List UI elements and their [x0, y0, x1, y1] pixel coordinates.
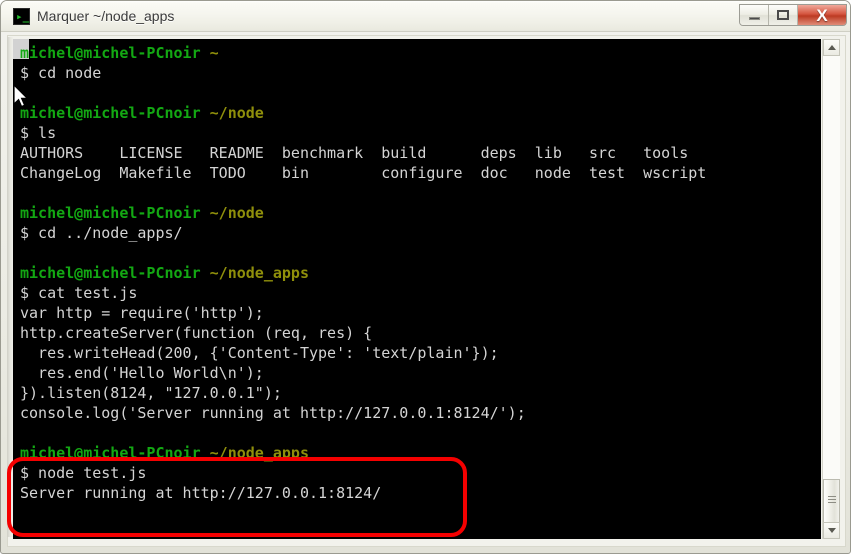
- terminal-command-line: $ ls: [20, 123, 820, 143]
- terminal-line-text: http.createServer(function (req, res) {: [20, 324, 373, 342]
- chevron-up-icon: [827, 45, 836, 50]
- terminal-icon-glyph: ▸_: [16, 10, 30, 23]
- prompt-path: ~/node: [209, 104, 264, 122]
- terminal-line-text: res.end('Hello World\n');: [20, 364, 264, 382]
- prompt-user-host: michel@michel-PCnoir: [20, 44, 201, 62]
- terminal-prompt-line: michel@michel-PCnoir ~/node: [20, 103, 820, 123]
- terminal-scrollbar[interactable]: [822, 39, 840, 539]
- terminal-prompt-line: michel@michel-PCnoir ~: [20, 43, 820, 63]
- chevron-down-icon: [827, 528, 836, 533]
- terminal-output-line: http.createServer(function (req, res) {: [20, 323, 820, 343]
- title-bar[interactable]: ▸_ Marquer ~/node_apps X: [1, 1, 850, 32]
- terminal-prompt-line: michel@michel-PCnoir ~/node: [20, 203, 820, 223]
- maximize-button[interactable]: [769, 5, 798, 25]
- terminal-output-line: var http = require('http');: [20, 303, 820, 323]
- scroll-up-button[interactable]: [823, 39, 840, 56]
- terminal-icon: ▸_: [13, 8, 30, 25]
- terminal-output-line: res.end('Hello World\n');: [20, 363, 820, 383]
- window-title: Marquer ~/node_apps: [37, 8, 175, 24]
- terminal-output-line: Server running at http://127.0.0.1:8124/: [20, 483, 820, 503]
- terminal-command-line: $ cd node: [20, 63, 820, 83]
- scrollbar-track[interactable]: [823, 56, 840, 522]
- prompt-path: ~/node_apps: [209, 264, 309, 282]
- terminal-line-text: Server running at http://127.0.0.1:8124/: [20, 484, 382, 502]
- terminal-command-line: $ cd ../node_apps/: [20, 223, 820, 243]
- terminal-line-text: ChangeLog Makefile TODO bin configure do…: [20, 164, 707, 182]
- mouse-cursor-icon: [14, 85, 29, 108]
- close-icon-glyph: X: [816, 5, 828, 25]
- terminal-output: michel@michel-PCnoir ~ $ cd node michel@m…: [20, 43, 820, 503]
- terminal-command-line: $ cat test.js: [20, 283, 820, 303]
- terminal-line-text: $ cat test.js: [20, 284, 138, 302]
- terminal-output-line: AUTHORS LICENSE README benchmark build d…: [20, 143, 820, 163]
- terminal-line-text: $ node test.js: [20, 464, 147, 482]
- minimize-icon: [740, 5, 768, 25]
- prompt-path: ~: [209, 44, 219, 62]
- terminal-window: ▸_ Marquer ~/node_apps X michel@michel-P…: [0, 0, 851, 554]
- terminal-output-line: console.log('Server running at http://12…: [20, 403, 820, 423]
- terminal-command-line: $ node test.js: [20, 463, 820, 483]
- terminal-prompt-line: michel@michel-PCnoir ~/node_apps: [20, 263, 820, 283]
- terminal-line-text: var http = require('http');: [20, 304, 264, 322]
- terminal-line-text: }).listen(8124, "127.0.0.1");: [20, 384, 282, 402]
- close-button[interactable]: X: [798, 5, 846, 25]
- scrollbar-grip-icon: [828, 496, 836, 505]
- prompt-user-host: michel@michel-PCnoir: [20, 444, 201, 462]
- terminal-line-text: $ cd node: [20, 64, 102, 82]
- prompt-user-host: michel@michel-PCnoir: [20, 204, 201, 222]
- terminal-line-text: res.writeHead(200, {'Content-Type': 'tex…: [20, 344, 499, 362]
- scrollbar-thumb[interactable]: [823, 479, 840, 525]
- maximize-icon: [769, 5, 797, 25]
- terminal-screen[interactable]: michel@michel-PCnoir ~ $ cd node michel@m…: [13, 39, 821, 539]
- terminal-line-text: console.log('Server running at http://12…: [20, 404, 526, 422]
- terminal-line-text: $ cd ../node_apps/: [20, 224, 183, 242]
- prompt-path: ~/node: [209, 204, 264, 222]
- scroll-down-button[interactable]: [823, 522, 840, 539]
- prompt-path: ~/node_apps: [209, 444, 309, 462]
- prompt-user-host: michel@michel-PCnoir: [20, 264, 201, 282]
- terminal-output-line: res.writeHead(200, {'Content-Type': 'tex…: [20, 343, 820, 363]
- terminal-prompt-line: michel@michel-PCnoir ~/node_apps: [20, 443, 820, 463]
- terminal-line-text: $ ls: [20, 124, 57, 142]
- window-controls: X: [739, 4, 847, 26]
- terminal-output-line: ChangeLog Makefile TODO bin configure do…: [20, 163, 820, 183]
- close-icon: X: [798, 5, 846, 25]
- prompt-user-host: michel@michel-PCnoir: [20, 104, 201, 122]
- minimize-button[interactable]: [740, 5, 769, 25]
- terminal-output-line: }).listen(8124, "127.0.0.1");: [20, 383, 820, 403]
- terminal-line-text: AUTHORS LICENSE README benchmark build d…: [20, 144, 689, 162]
